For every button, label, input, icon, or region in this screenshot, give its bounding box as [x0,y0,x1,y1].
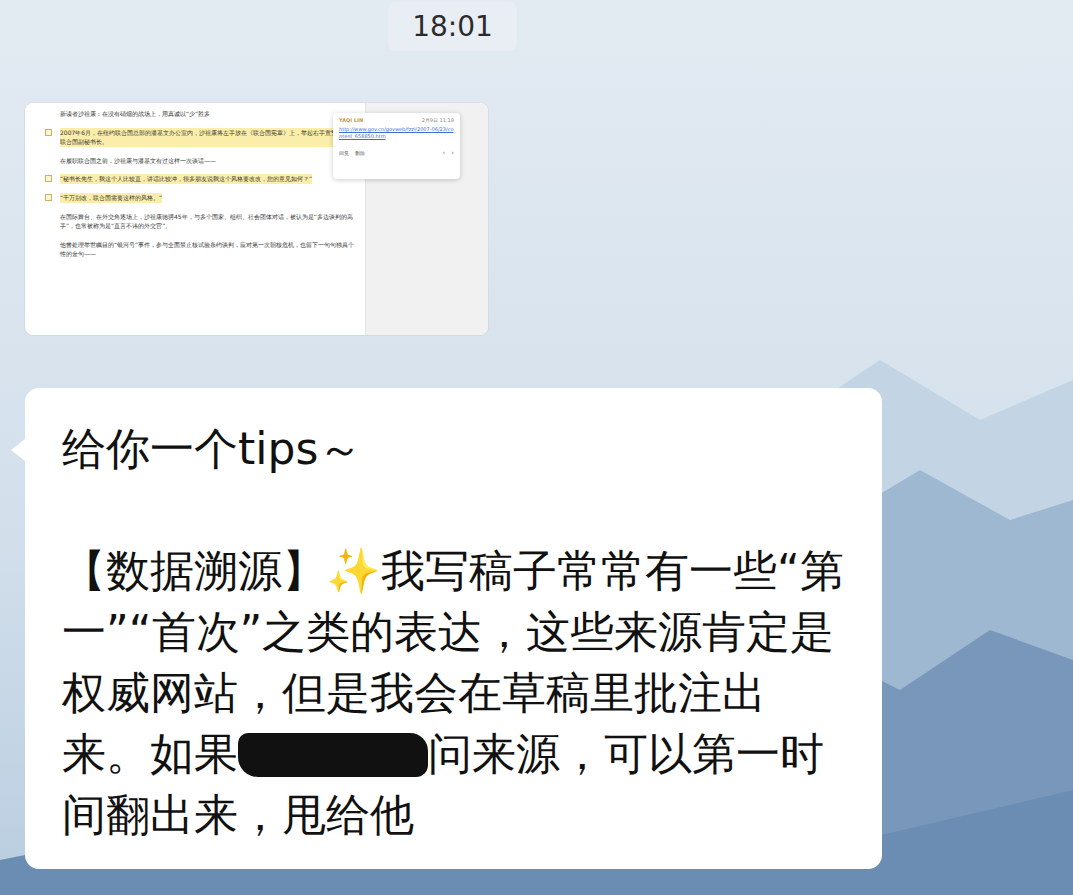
comment-marker [45,194,52,201]
paragraph-text: 在国际舞台、在外交角逐场上，沙祖康驰骋45年，与多个国家、组织、社会团体对话，被… [60,212,355,231]
document-paragraph: 新读者沙祖康：在没有硝烟的战场上，用真诚以“少”胜多 [45,109,355,119]
comment-link[interactable]: http://www.gov.cn/govweb/fzzl/2007-06/23… [339,126,454,140]
comment-author: YAQI LIN [339,117,363,123]
document-paragraph: 在国际舞台、在外交角逐场上，沙祖康驰骋45年，与多个国家、组织、社会团体对话，被… [45,212,355,231]
chat-body: 18:01 新读者沙祖康：在没有硝烟的战场上，用真诚以“少”胜多 2007年6月，在… [0,0,1073,869]
document-paragraph: 2007年6月，在纽约联合国总部的潘基文办公室内，沙祖康将左手放在《联合国宪章》… [45,128,355,147]
document-page: 新读者沙祖康：在没有硝烟的战场上，用真诚以“少”胜多 2007年6月，在纽约联合国… [25,103,365,335]
paragraph-text: “千万别改，联合国需要这样的风格。” [60,193,162,203]
comment-marker [45,175,52,182]
comment-marker [45,157,52,164]
comment-date: 2月9日 11:19 [422,117,454,123]
timestamp: 18:01 [388,2,517,51]
comment-marker [45,110,52,117]
comment-marker [45,241,52,248]
message-body: 【数据溯源】✨我写稿子常常有一些“第一”“首次”之类的表达，这些来源肯定是权威网… [62,540,844,845]
document-paragraph: 他曾处理举世瞩目的“银河号”事件，参与全面禁止核试验条约谈判，应对第一次朝核危机… [45,240,355,259]
message-greeting: 给你一个tips～ [62,418,844,479]
bubble-tail [11,438,26,462]
document-paragraph: 在履职联合国之前，沙祖康与潘基文有过这样一次谈话—— [45,156,355,166]
chat-screen: 18:01 新读者沙祖康：在没有硝烟的战场上，用真诚以“少”胜多 2007年6月，在… [0,0,1073,895]
document-paragraph: “秘书长先生，我这个人比较直，讲话比较冲，很多朋友说我这个风格要改改，您的意见如… [45,174,355,184]
comment-marker [45,213,52,220]
comment-marker [45,129,52,136]
text-message[interactable]: 给你一个tips～ 【数据溯源】✨我写稿子常常有一些“第一”“首次”之类的表达，这… [25,388,882,869]
redaction-mark [238,733,428,777]
comment-footer: 回复删除 ‹ › [339,149,454,157]
comment-action[interactable]: 回复 [339,150,349,156]
comment-header: YAQI LIN 2月9日 11:19 [339,117,454,123]
document-paragraph: “千万别改，联合国需要这样的风格。” [45,193,355,203]
comment-popup: YAQI LIN 2月9日 11:19 http://www.gov.cn/govw… [333,113,460,179]
paragraph-text: 他曾处理举世瞩目的“银河号”事件，参与全面禁止核试验条约谈判，应对第一次朝核危机… [60,240,355,259]
paragraph-text: “秘书长先生，我这个人比较直，讲话比较冲，很多朋友说我这个风格要改改，您的意见如… [60,174,312,184]
paragraph-text: 2007年6月，在纽约联合国总部的潘基文办公室内，沙祖康将左手放在《联合国宪章》… [60,128,355,147]
comment-nav-button[interactable]: › [451,149,454,157]
paragraph-text: 在履职联合国之前，沙祖康与潘基文有过这样一次谈话—— [60,156,216,166]
comment-action[interactable]: 删除 [355,150,365,156]
timestamp-row: 18:01 [388,2,517,51]
comment-nav-button[interactable]: ‹ [442,149,445,157]
paragraph-text: 新读者沙祖康：在没有硝烟的战场上，用真诚以“少”胜多 [60,109,210,119]
image-message[interactable]: 新读者沙祖康：在没有硝烟的战场上，用真诚以“少”胜多 2007年6月，在纽约联合国… [25,103,488,335]
